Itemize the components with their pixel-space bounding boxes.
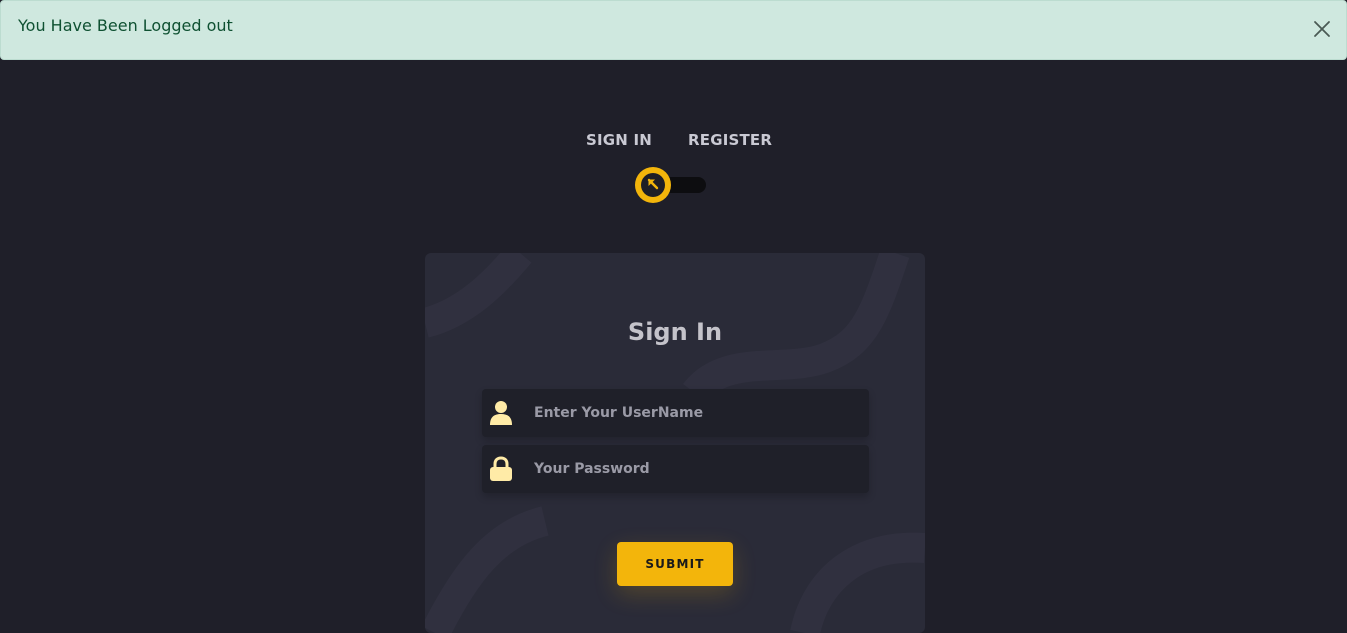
form-title: Sign In <box>627 318 723 346</box>
submit-button[interactable]: SUBMIT <box>617 542 733 586</box>
auth-toggle-knob[interactable] <box>635 167 671 203</box>
alert-message: You Have Been Logged out <box>18 15 233 35</box>
logout-alert: You Have Been Logged out <box>0 0 1347 60</box>
lock-icon <box>488 455 514 483</box>
password-field <box>482 445 869 493</box>
tab-register[interactable]: REGISTER <box>688 131 772 149</box>
username-field <box>482 389 869 437</box>
tab-sign-in[interactable]: SIGN IN <box>586 131 652 149</box>
password-input[interactable] <box>532 445 862 493</box>
sign-in-card: Sign In SUBMIT <box>425 253 925 633</box>
username-input[interactable] <box>532 389 862 437</box>
close-icon[interactable] <box>1310 17 1334 41</box>
auth-tabs: SIGN IN REGISTER <box>0 131 1347 155</box>
arrow-up-left-icon <box>646 176 660 195</box>
user-icon <box>488 399 514 427</box>
